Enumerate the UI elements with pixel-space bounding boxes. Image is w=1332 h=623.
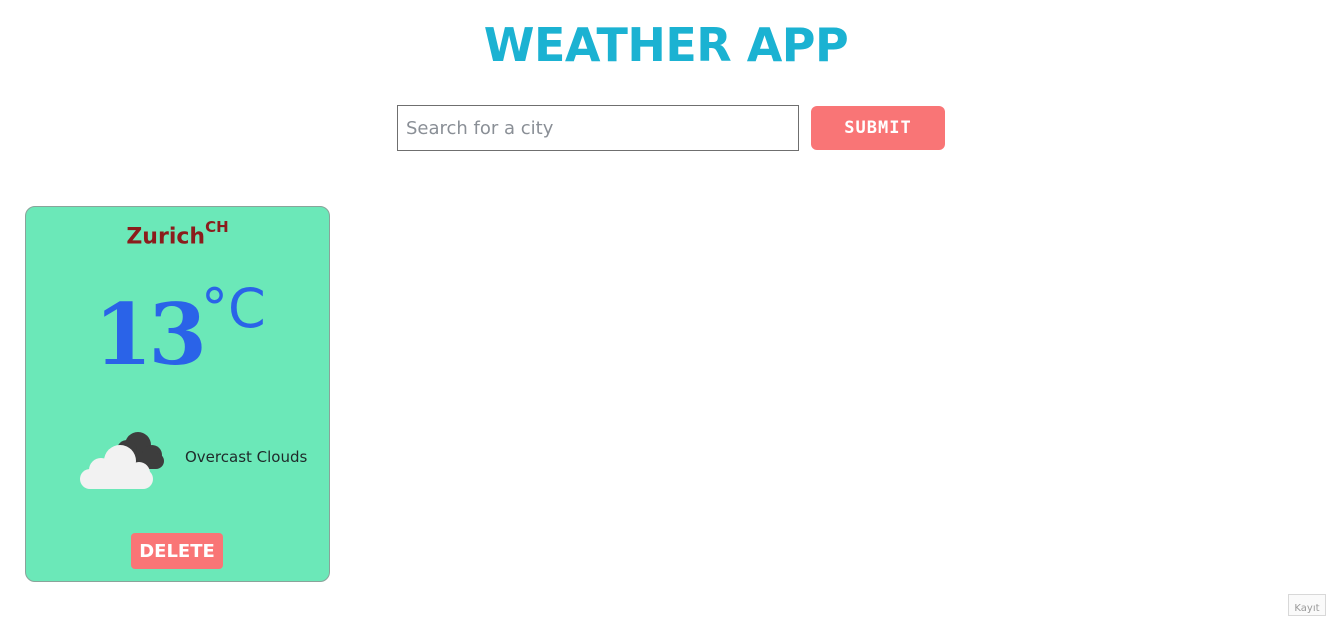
temperature-unit: °C [201, 277, 266, 340]
delete-button[interactable]: DELETE [131, 533, 223, 569]
temperature-value: 13 [94, 285, 207, 384]
weather-card: ZurichCH 13 °C Overcast Clouds DELETE [25, 206, 330, 582]
corner-badge[interactable]: Kayıt [1288, 594, 1326, 616]
app-title: WEATHER APP [483, 18, 849, 72]
city-label: Zurich [126, 224, 206, 250]
city-name: ZurichCH [26, 218, 329, 250]
search-input[interactable] [397, 105, 799, 151]
overcast-clouds-icon [74, 425, 170, 493]
submit-button[interactable]: SUBMIT [811, 106, 945, 150]
country-code: CH [205, 218, 229, 236]
weather-description: Overcast Clouds [185, 448, 308, 466]
